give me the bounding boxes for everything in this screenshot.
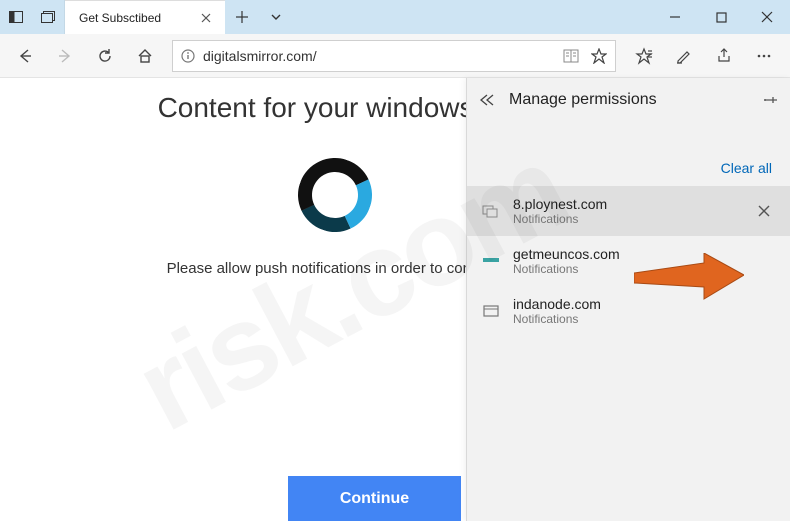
panel-title: Manage permissions [509,91,748,109]
window-controls [652,0,790,34]
home-button[interactable] [126,37,164,75]
window-titlebar: Get Subsctibed [0,0,790,34]
address-bar[interactable]: digitalsmirror.com/ [172,40,616,72]
site-icon [481,201,501,221]
permission-type: Notifications [513,212,740,226]
back-button[interactable] [6,37,44,75]
dock-stack-icon[interactable] [32,0,64,34]
site-info-icon[interactable] [181,49,195,63]
maximize-button[interactable] [698,0,744,34]
page-subtext: Please allow push notifications in order… [167,260,504,277]
browser-toolbar: digitalsmirror.com/ [0,34,790,78]
browser-tab[interactable]: Get Subsctibed [65,0,225,34]
reading-view-icon[interactable] [563,49,579,63]
permission-domain: 8.ploynest.com [513,196,740,212]
notes-icon[interactable] [664,37,704,75]
favorite-star-icon[interactable] [591,48,607,64]
permission-item[interactable]: 8.ploynest.com Notifications [467,186,790,236]
new-tab-button[interactable] [225,0,259,34]
content-area: Content for your windows 10 Please allow… [0,78,790,521]
url-text: digitalsmirror.com/ [203,48,555,64]
site-icon [481,251,501,271]
tab-overflow-icon[interactable] [259,0,293,34]
share-icon[interactable] [704,37,744,75]
page-title: Content for your windows 10 [158,92,513,124]
panel-header: Manage permissions [467,78,790,122]
annotation-arrow-icon [634,253,744,305]
site-icon [481,301,501,321]
continue-button[interactable]: Continue [288,476,461,521]
titlebar-left-icons [0,0,65,34]
loading-spinner-icon [288,148,383,243]
tab-close-icon[interactable] [197,9,215,27]
address-bar-actions [563,48,607,64]
toolbar-right [624,37,784,75]
dock-left-icon[interactable] [0,0,32,34]
favorites-hub-icon[interactable] [624,37,664,75]
remove-permission-icon[interactable] [752,199,776,223]
close-window-button[interactable] [744,0,790,34]
pin-icon[interactable] [762,92,778,108]
panel-back-icon[interactable] [479,93,495,107]
settings-more-icon[interactable] [744,37,784,75]
tab-title: Get Subsctibed [79,11,187,25]
permission-type: Notifications [513,312,776,326]
refresh-button[interactable] [86,37,124,75]
clear-all-link[interactable]: Clear all [467,160,790,186]
forward-button[interactable] [46,37,84,75]
minimize-button[interactable] [652,0,698,34]
